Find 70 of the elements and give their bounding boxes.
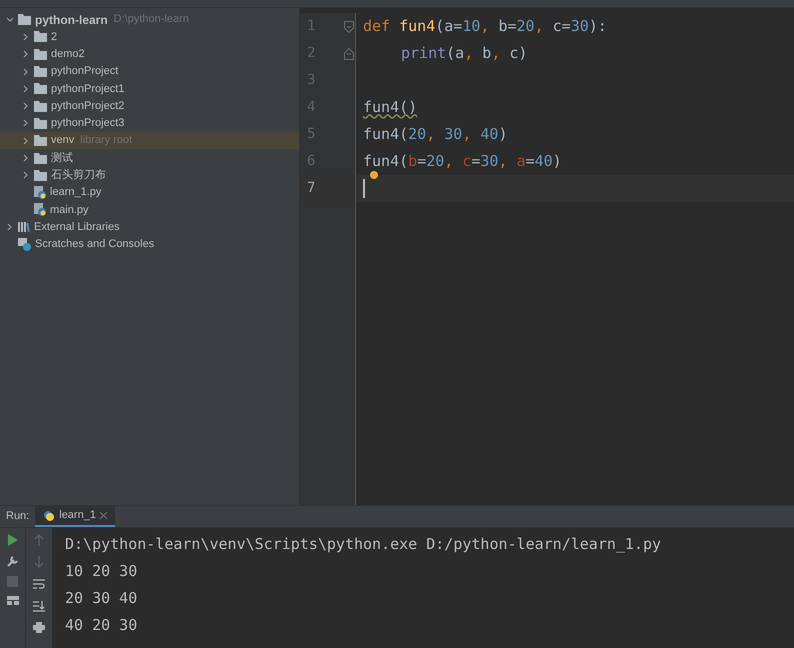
layout-icon[interactable] — [6, 596, 18, 605]
tree-item[interactable]: pythonProject3 — [0, 114, 299, 132]
chevron-right-icon[interactable] — [6, 223, 14, 232]
folder-icon — [34, 66, 47, 78]
item-label: demo2 — [51, 46, 85, 62]
console-output-line: 10 20 30 — [65, 561, 138, 582]
tree-item[interactable]: Scratches and Consoles — [0, 236, 299, 254]
chevron-right-icon[interactable] — [22, 136, 30, 145]
folder-icon — [34, 31, 47, 42]
fold-marker-icon[interactable] — [344, 20, 354, 32]
chevron-right-icon[interactable] — [22, 50, 30, 58]
scroll-end-icon[interactable] — [33, 600, 45, 612]
close-icon[interactable] — [100, 512, 107, 519]
scratches-icon — [18, 238, 31, 251]
item-label: python-learn — [35, 12, 108, 29]
python-file-icon — [34, 203, 46, 216]
item-label: pythonProject3 — [51, 116, 124, 132]
console-output-line: 40 20 30 — [65, 615, 138, 636]
code-line: fun4() — [363, 97, 418, 118]
line-number: 7 — [307, 179, 316, 198]
folder-icon — [34, 152, 47, 164]
tree-item[interactable]: 2 — [0, 28, 299, 46]
run-icon[interactable] — [8, 534, 18, 546]
code-line: print(a, b, c) — [401, 43, 528, 64]
item-label: 石头剪刀布 — [51, 168, 106, 184]
code-line: def fun4(a=10, b=20, c=30): — [363, 16, 607, 38]
tree-item[interactable]: pythonProject2 — [0, 97, 299, 115]
tree-item[interactable]: main.py — [0, 201, 299, 219]
tree-item[interactable]: pythonProject1 — [0, 80, 299, 98]
console-output-line: D:\python-learn\venv\Scripts\python.exe D:/python-learn/learn_1.py — [65, 534, 662, 556]
folder-icon — [34, 118, 47, 129]
python-file-icon — [34, 186, 46, 200]
item-label: pythonProject2 — [51, 98, 124, 114]
item-label: 测试 — [51, 150, 73, 166]
library-icon — [18, 222, 30, 232]
console-output-line: 20 30 40 — [65, 588, 138, 610]
folder-icon — [34, 135, 47, 146]
text-cursor — [363, 179, 364, 198]
tree-item[interactable]: venv library root — [0, 132, 299, 150]
run-tab[interactable]: learn_1 — [35, 506, 115, 527]
item-label: 2 — [51, 30, 58, 45]
item-label: pythonProject — [51, 64, 118, 80]
item-label: External Libraries — [34, 220, 120, 235]
tree-item[interactable]: 石头剪刀布 — [0, 166, 299, 184]
code-line: fun4(20, 30, 40) — [363, 124, 508, 146]
item-label: Scratches and Consoles — [35, 237, 154, 252]
fold-marker-icon[interactable] — [344, 48, 354, 60]
wrap-icon[interactable] — [33, 578, 45, 590]
folder-icon — [18, 14, 31, 26]
folder-icon — [34, 100, 47, 112]
chevron-right-icon[interactable] — [22, 32, 30, 41]
panel-title: Run: — [5, 509, 30, 524]
item-label: main.py — [50, 202, 89, 218]
item-label: learn_1.py — [50, 185, 102, 200]
tree-item[interactable]: demo2 — [0, 46, 299, 63]
lightbulb-icon[interactable] — [370, 171, 378, 179]
code-line: fun4(b=20, c=30, a=40) — [363, 151, 562, 172]
folder-icon — [34, 170, 47, 181]
folder-icon — [34, 83, 47, 94]
python-icon — [43, 510, 56, 522]
tree-item[interactable]: pythonProject — [0, 62, 299, 80]
item-hint: library root — [80, 133, 132, 148]
tree-item[interactable]: External Libraries — [0, 218, 299, 236]
tree-item[interactable]: 测试 — [0, 149, 299, 167]
folder-icon — [34, 48, 47, 60]
tree-item[interactable]: learn_1.py — [0, 184, 299, 202]
item-label: pythonProject1 — [51, 82, 124, 97]
wrench-icon[interactable] — [6, 555, 18, 567]
chevron-down-icon[interactable] — [6, 16, 14, 24]
item-label: venv — [51, 133, 74, 148]
